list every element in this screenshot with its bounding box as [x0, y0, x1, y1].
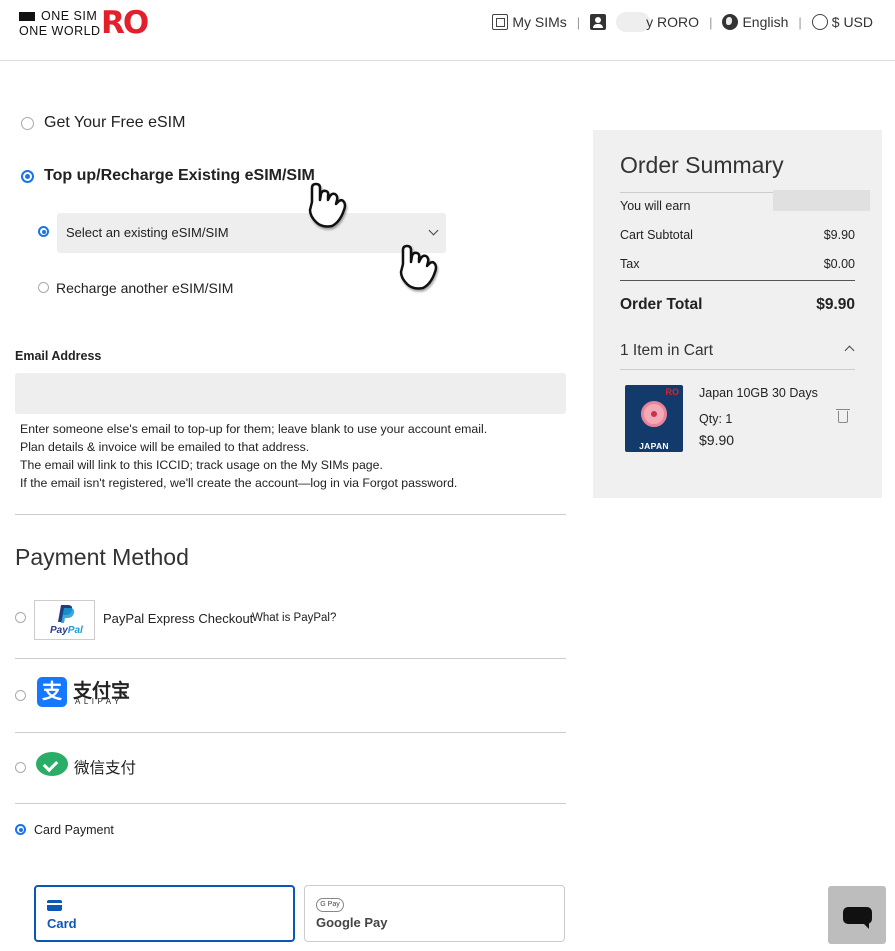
email-help: Enter someone else's email to top-up for… [20, 420, 487, 492]
product-image-brand: RO [665, 387, 680, 397]
product-name: Japan 10GB 30 Days [699, 386, 818, 400]
what-is-paypal-link[interactable]: What is PayPal? [252, 612, 336, 624]
tab-google-pay-label: Google Pay [316, 915, 388, 930]
trash-icon[interactable] [836, 409, 850, 423]
divider [15, 803, 566, 804]
tab-card[interactable]: Card [34, 885, 295, 942]
nav-separator: | [798, 14, 802, 30]
nav-separator: | [576, 14, 581, 30]
payment-method-title: Payment Method [15, 544, 189, 570]
topup-label[interactable]: Top up/Recharge Existing eSIM/SIM [44, 167, 315, 185]
globe-icon [722, 14, 739, 30]
order-summary-title: Order Summary [620, 152, 784, 178]
tax-label: Tax [620, 257, 640, 271]
free-esim-radio[interactable] [21, 117, 34, 130]
recharge-another-label[interactable]: Recharge another eSIM/SIM [56, 280, 233, 296]
sim-icon [492, 14, 509, 30]
select-existing-radio[interactable] [38, 226, 49, 237]
nav-my-sims[interactable]: My SIMs [492, 14, 567, 30]
nav-account[interactable]: y RORO [590, 12, 699, 32]
site-header: ONE SIM ONE WORLD RO My SIMs | y RORO | … [0, 0, 895, 61]
alipay-logo: 支 支付宝 ALIPAY [35, 676, 134, 708]
order-total-label: Order Total [620, 296, 703, 313]
email-help-line: Enter someone else's email to top-up for… [20, 422, 488, 436]
email-label: Email Address [15, 349, 102, 363]
topup-radio[interactable] [21, 170, 34, 183]
nav-account-label: y RORO [646, 14, 700, 30]
paypal-logo: PayPal [34, 600, 95, 640]
wechat-pay-logo: 微信支付 [35, 751, 140, 779]
order-total-value: $9.90 [816, 296, 855, 313]
free-esim-label[interactable]: Get Your Free eSIM [44, 114, 185, 132]
divider [620, 369, 855, 370]
tax-row: Tax $0.00 [620, 257, 855, 271]
order-total-row: Order Total $9.90 [620, 296, 855, 314]
tab-card-label: Card [47, 916, 77, 931]
product-qty: Qty: 1 [699, 412, 733, 426]
email-help-line: Plan details & invoice will be emailed t… [20, 440, 310, 454]
paypal-wordmark-pay: Pay [50, 625, 68, 636]
hand-pointer-icon [399, 244, 438, 290]
product-image: RO JAPAN [625, 385, 683, 452]
nav-separator: | [709, 14, 713, 30]
divider [620, 280, 855, 281]
hand-pointer-icon [308, 182, 347, 228]
earn-label: You will earn [620, 199, 691, 213]
order-summary: Order Summary You will earn Cart Subtota… [593, 130, 882, 498]
flower-icon [641, 401, 667, 427]
wechat-pay-icon [36, 752, 68, 776]
logo-line2: ONE WORLD [19, 24, 101, 38]
subtotal-label: Cart Subtotal [620, 228, 693, 242]
recharge-another-radio[interactable] [38, 282, 49, 293]
paypal-label[interactable]: PayPal Express Checkout [103, 611, 253, 626]
divider [15, 514, 566, 515]
divider [15, 658, 566, 659]
wechat-pay-radio[interactable] [15, 762, 26, 773]
google-pay-icon: G Pay [316, 898, 344, 912]
alipay-en: ALIPAY [75, 697, 123, 706]
alipay-icon: 支 [37, 677, 67, 707]
user-icon [590, 14, 607, 30]
subtotal-row: Cart Subtotal $9.90 [620, 228, 855, 242]
email-help-line: The email will link to this ICCID; track… [20, 458, 383, 472]
redacted-username [616, 12, 651, 32]
tab-google-pay[interactable]: G Pay Google Pay [304, 885, 565, 942]
divider [15, 732, 566, 733]
nav-language[interactable]: English [722, 14, 788, 30]
paypal-wordmark-pal: Pal [67, 625, 83, 636]
chat-button[interactable] [828, 886, 886, 944]
paypal-wordmark: PayPal [50, 625, 83, 636]
currency-icon [811, 14, 828, 30]
nav-my-sims-label: My SIMs [512, 14, 567, 30]
logo-mark: RO [101, 5, 149, 41]
top-nav: My SIMs | y RORO | English | $ USD [492, 12, 873, 32]
chat-icon [843, 907, 872, 929]
product-image-label: JAPAN [639, 441, 669, 451]
existing-sim-select-value: Select an existing eSIM/SIM [66, 225, 229, 240]
cart-items-title[interactable]: 1 Item in Cart [620, 342, 713, 360]
product-price: $9.90 [699, 432, 735, 448]
flag-icon [19, 12, 35, 21]
subtotal-value: $9.90 [823, 228, 855, 242]
nav-currency-label: $ USD [831, 14, 873, 30]
nav-currency[interactable]: $ USD [811, 14, 873, 30]
logo-line1: ONE SIM [41, 9, 98, 23]
alipay-radio[interactable] [15, 690, 26, 701]
paypal-icon [58, 605, 75, 623]
paypal-radio[interactable] [15, 612, 26, 623]
wechat-pay-label: 微信支付 [74, 760, 137, 777]
credit-card-icon [47, 900, 62, 911]
email-help-line: If the email isn't registered, we'll cre… [20, 476, 458, 490]
chevron-down-icon [428, 225, 439, 236]
card-payment-radio[interactable] [15, 824, 26, 835]
tax-value: $0.00 [823, 257, 855, 271]
redacted-earn-value [773, 190, 870, 211]
nav-language-label: English [742, 14, 789, 30]
card-payment-label[interactable]: Card Payment [34, 823, 114, 837]
chevron-up-icon[interactable] [844, 345, 855, 356]
existing-sim-select[interactable]: Select an existing eSIM/SIM [57, 213, 446, 253]
email-field[interactable] [15, 373, 566, 414]
